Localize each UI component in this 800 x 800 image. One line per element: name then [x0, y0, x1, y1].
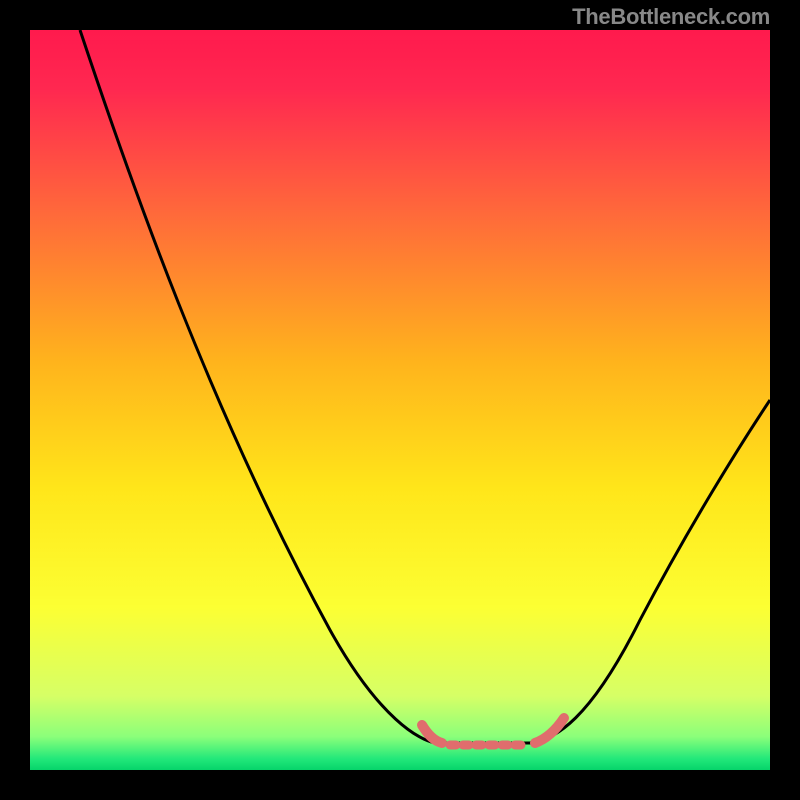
bottleneck-curve	[30, 30, 770, 770]
chart-frame: TheBottleneck.com	[0, 0, 800, 800]
plot-area	[30, 30, 770, 770]
curve-line	[80, 30, 770, 743]
highlight-right	[535, 718, 564, 743]
watermark-text: TheBottleneck.com	[572, 4, 770, 30]
